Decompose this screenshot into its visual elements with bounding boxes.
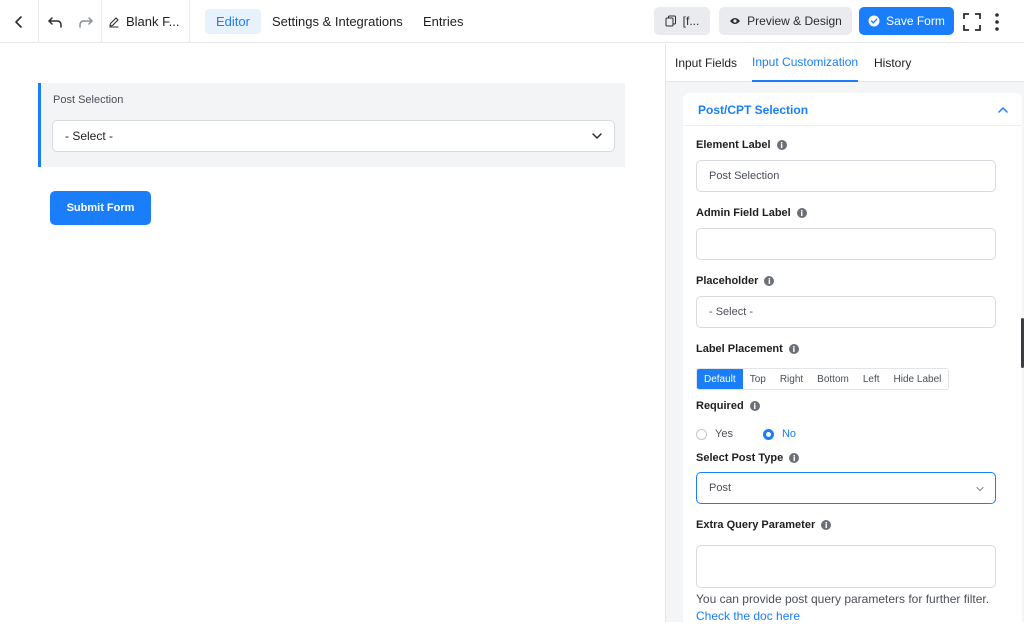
radio-yes[interactable]: [696, 428, 707, 440]
chevron-down-icon: [592, 133, 602, 139]
tab-entries[interactable]: Entries: [412, 9, 474, 34]
tab-settings-integrations[interactable]: Settings & Integrations: [261, 9, 414, 34]
extra-query-heading: Extra Query Parameter i: [696, 519, 832, 531]
panel-header[interactable]: Post/CPT Selection: [683, 93, 1022, 126]
chevron-left-icon: [15, 15, 22, 28]
placement-bottom[interactable]: Bottom: [810, 369, 856, 389]
back-button[interactable]: [0, 0, 38, 43]
label-placement-heading: Label Placement i: [696, 343, 799, 355]
extra-query-help: You can provide post query parameters fo…: [696, 591, 996, 625]
shortcode-button[interactable]: [f...: [654, 7, 710, 35]
tab-input-fields[interactable]: Input Fields: [675, 44, 737, 82]
sidebar-tabs: Input Fields Input Customization History: [666, 44, 1024, 82]
placeholder-heading: Placeholder i: [696, 275, 775, 287]
undo-button[interactable]: [39, 0, 71, 43]
shortcode-label: [f...: [682, 14, 700, 28]
doc-link[interactable]: Check the doc here: [696, 609, 800, 623]
top-toolbar: Blank F... Editor Settings & Integration…: [0, 0, 1024, 43]
extra-query-textarea[interactable]: [696, 545, 996, 588]
form-title[interactable]: Blank F...: [108, 0, 179, 43]
post-type-value: Post: [709, 482, 732, 494]
help-text: You can provide post query parameters fo…: [696, 592, 990, 606]
post-type-heading: Select Post Type i: [696, 452, 800, 464]
label-placement-segmented: Default Top Right Bottom Left Hide Label: [696, 368, 950, 390]
more-vertical-icon: [995, 12, 999, 31]
post-type-text: Select Post Type: [696, 452, 784, 464]
info-icon[interactable]: i: [821, 520, 832, 530]
placement-default[interactable]: Default: [697, 369, 743, 389]
required-text: Required: [696, 400, 744, 412]
save-form-button[interactable]: Save Form: [859, 7, 954, 35]
placeholder-input[interactable]: - Select -: [696, 296, 996, 328]
element-label-input[interactable]: Post Selection: [696, 160, 996, 192]
label-placement-text: Label Placement: [696, 343, 783, 355]
pencil-icon: [109, 16, 119, 27]
copy-icon: [665, 15, 676, 27]
save-form-label: Save Form: [886, 14, 945, 28]
radio-no[interactable]: [762, 428, 774, 440]
required-radio-group: Yes No: [696, 428, 796, 440]
info-icon[interactable]: i: [788, 344, 799, 354]
admin-label-input[interactable]: [696, 228, 996, 260]
chevron-down-icon: [976, 486, 984, 492]
redo-icon: [79, 16, 93, 28]
tab-input-customization[interactable]: Input Customization: [752, 44, 859, 82]
post-selection-field[interactable]: Post Selection - Select -: [38, 83, 625, 167]
extra-query-text: Extra Query Parameter: [696, 519, 816, 531]
more-options-button[interactable]: [988, 0, 1006, 43]
radio-no-label[interactable]: No: [782, 428, 796, 440]
check-circle-icon: [868, 15, 880, 27]
panel-title: Post/CPT Selection: [698, 103, 809, 117]
placement-hide-label[interactable]: Hide Label: [886, 369, 949, 389]
eye-icon: [730, 18, 741, 24]
tab-history[interactable]: History: [874, 44, 911, 82]
submit-form-button[interactable]: Submit Form: [50, 191, 151, 225]
radio-yes-label[interactable]: Yes: [715, 428, 733, 440]
select-value: - Select -: [65, 129, 114, 143]
info-icon[interactable]: i: [776, 140, 787, 150]
fullscreen-button[interactable]: [960, 0, 984, 43]
placement-top[interactable]: Top: [742, 369, 773, 389]
admin-label-text: Admin Field Label: [696, 207, 791, 219]
preview-design-button[interactable]: Preview & Design: [719, 7, 852, 35]
element-label-text: Element Label: [696, 139, 771, 151]
info-icon[interactable]: i: [796, 208, 807, 218]
info-icon[interactable]: i: [764, 276, 775, 286]
placeholder-text: Placeholder: [696, 275, 759, 287]
info-icon[interactable]: i: [749, 401, 760, 411]
field-label: Post Selection: [53, 94, 124, 106]
divider: [101, 0, 102, 43]
preview-label: Preview & Design: [747, 14, 842, 28]
required-heading: Required i: [696, 400, 760, 412]
info-icon[interactable]: i: [789, 453, 800, 463]
placement-left[interactable]: Left: [855, 369, 887, 389]
post-cpt-panel: Post/CPT Selection Element Label i Post …: [683, 93, 1022, 633]
settings-sidebar: Input Fields Input Customization History…: [665, 44, 1024, 633]
post-selection-select[interactable]: - Select -: [52, 120, 615, 152]
undo-icon: [48, 16, 62, 28]
chevron-up-icon: [998, 107, 1008, 113]
fullscreen-icon: [963, 12, 981, 31]
redo-button[interactable]: [71, 0, 101, 43]
divider: [189, 0, 190, 43]
placement-right[interactable]: Right: [772, 369, 811, 389]
post-type-select[interactable]: Post: [696, 472, 996, 504]
form-canvas: Post Selection - Select - Submit Form: [0, 44, 665, 622]
element-label-heading: Element Label i: [696, 139, 787, 151]
form-title-text: Blank F...: [126, 14, 180, 29]
tab-editor[interactable]: Editor: [205, 9, 261, 34]
admin-label-heading: Admin Field Label i: [696, 207, 807, 219]
